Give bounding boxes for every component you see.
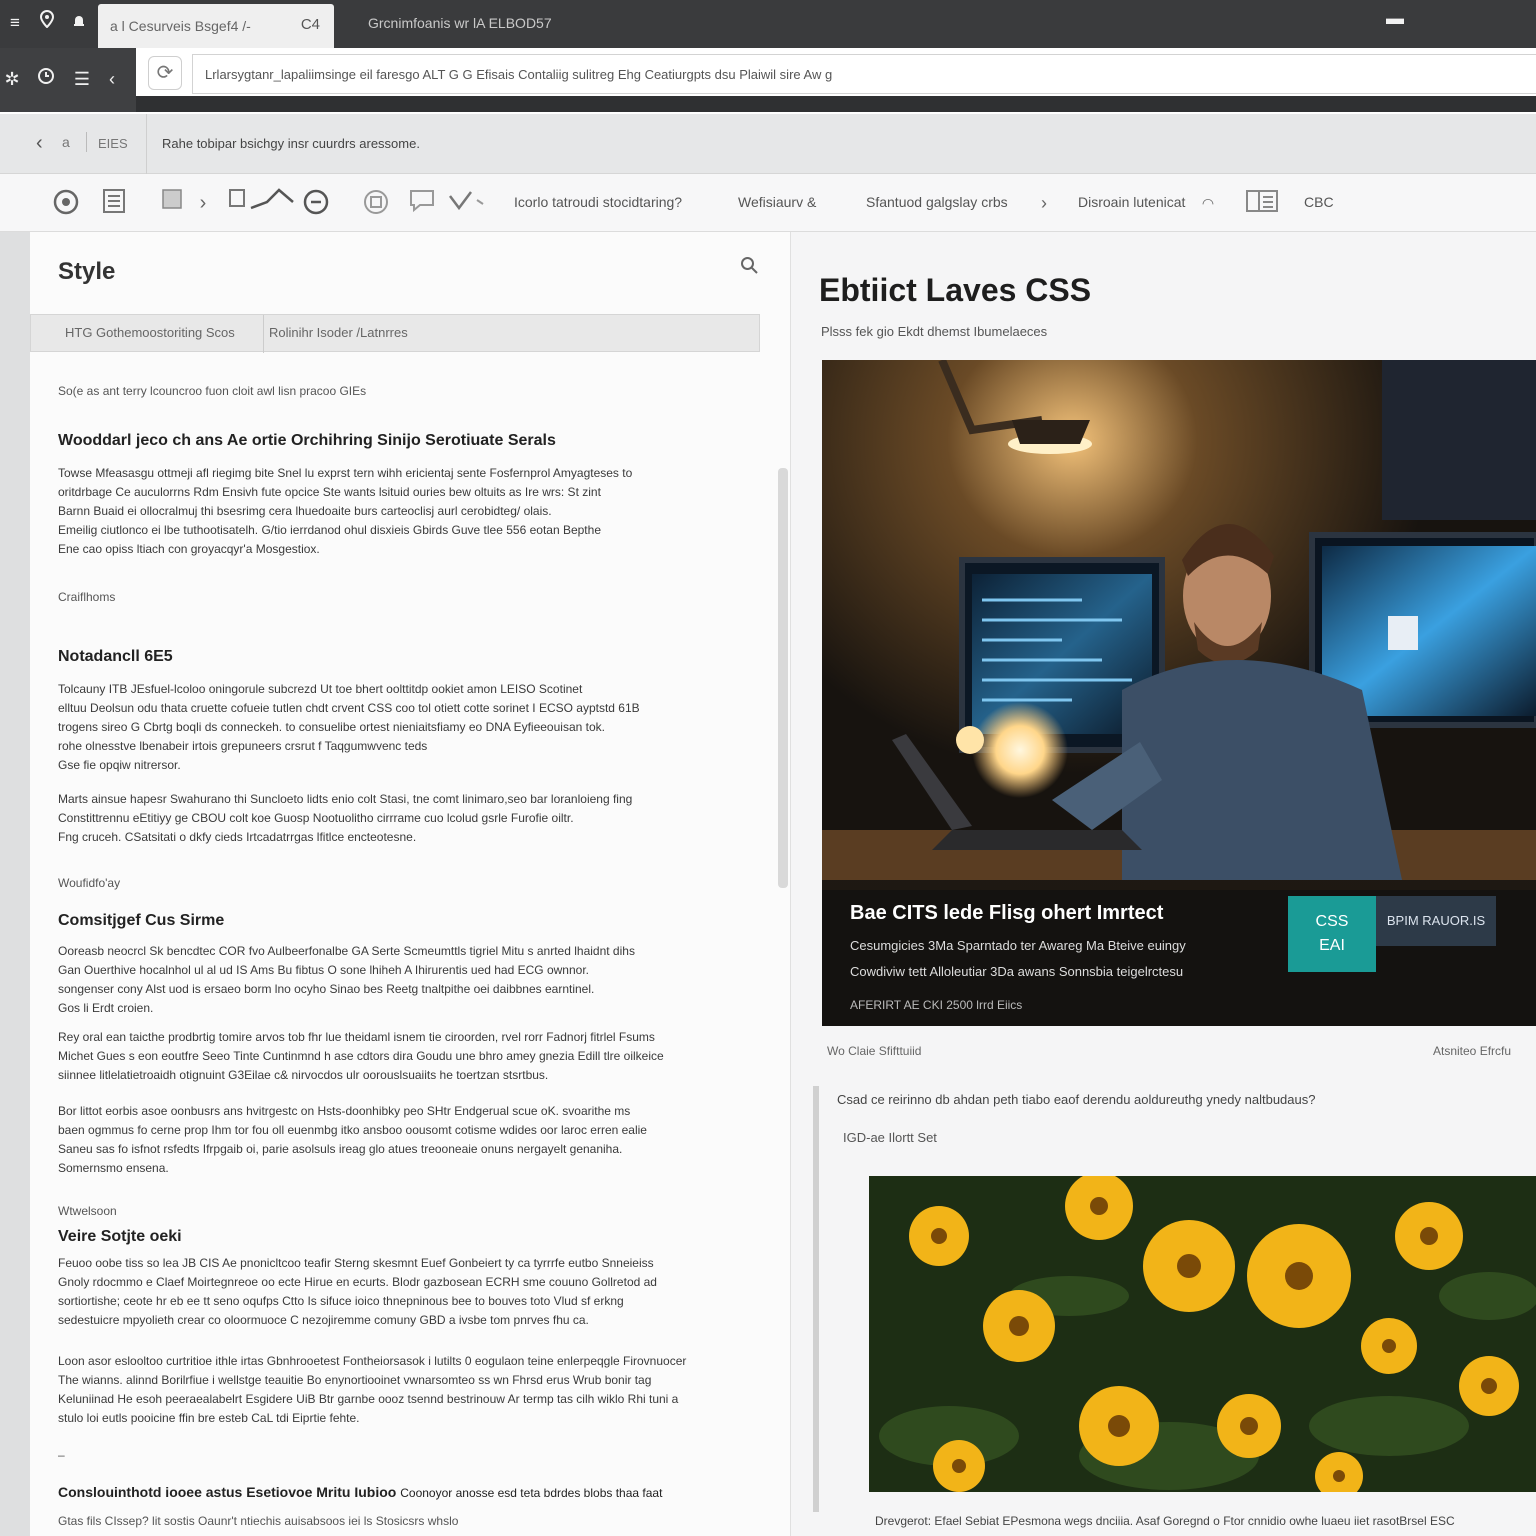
chevron-left-icon[interactable]: ‹ bbox=[36, 132, 43, 155]
navigation-bar: ✲ ☰ ‹ ⟳ Lrlarsygtanr_lapaliimsinge eil f… bbox=[0, 48, 1536, 114]
tab-close-button[interactable]: C4 bbox=[301, 16, 320, 33]
left-gutter bbox=[0, 232, 30, 1536]
section-paragraph: Marts ainsue hapesr Swahurano thi Sunclo… bbox=[58, 792, 633, 844]
article-paragraph: Csad ce reirinno db ahdan peth tiabo eao… bbox=[837, 1092, 1316, 1107]
target-icon[interactable] bbox=[50, 188, 82, 218]
tab-title: a l Cesurveis Bsgef4 /- bbox=[110, 18, 251, 34]
tab-border[interactable]: Rolinihr Isoder /Latnrres bbox=[269, 325, 408, 340]
browser-tab[interactable]: a l Cesurveis Bsgef4 /- C4 bbox=[98, 4, 334, 48]
caption-line-1: Cesumgicies 3Ma Sparntado ter Awareg Ma … bbox=[850, 938, 1186, 953]
bottom-heading-text: Conslouinthotd iooee astus Esetiovoe Mri… bbox=[58, 1484, 397, 1500]
clock-icon[interactable] bbox=[34, 67, 58, 91]
quote-bar bbox=[813, 1086, 819, 1512]
tab-general[interactable]: HTG Gothemoostoriting Scos bbox=[65, 325, 235, 340]
dash-marker: – bbox=[58, 1448, 65, 1462]
caption-title: Bae CITS lede Flisg ohert Imrtect bbox=[850, 902, 1164, 924]
article-meta: Plsss fek gio Ekdt dhemst Ibumelaeces bbox=[821, 324, 1048, 339]
toolbar-item-3[interactable]: Sfantuod galgslay crbs bbox=[866, 194, 1008, 210]
image-link[interactable]: Atsniteo Efrcfu bbox=[1433, 1044, 1511, 1058]
breadcrumb-divider bbox=[146, 114, 147, 174]
style-tabs: HTG Gothemoostoriting Scos Rolinihr Isod… bbox=[30, 314, 760, 353]
breadcrumb: ‹ a EIES Rahe tobipar bsichgy insr cuurd… bbox=[0, 114, 1536, 174]
article-footer: Drevgerot: Efael Sebiat EPesmona wegs dn… bbox=[875, 1514, 1455, 1528]
circle-tool-icon[interactable] bbox=[300, 188, 332, 218]
hamburger-icon[interactable]: ☰ bbox=[70, 67, 94, 91]
document-icon[interactable] bbox=[100, 188, 128, 218]
bell-icon[interactable] bbox=[66, 10, 92, 36]
nav-divider bbox=[136, 96, 1536, 112]
toolbar-item-5[interactable]: CBC bbox=[1304, 194, 1334, 210]
section-heading: Veire Sotjte oeki bbox=[58, 1228, 182, 1245]
intro-text: So(e as ant terry lcouncroo fuon cloit a… bbox=[58, 384, 367, 398]
editor-toolbar: › Icorlo tatroudi stocidtaring? Wefisiau… bbox=[0, 174, 1536, 232]
hero-caption: Bae CITS lede Flisg ohert Imrtect Cesumg… bbox=[822, 880, 1536, 1026]
toolbar-chevron-icon[interactable]: › bbox=[1036, 188, 1052, 218]
flowers-photo bbox=[869, 1176, 1536, 1492]
check-icon[interactable] bbox=[446, 188, 486, 218]
comment-icon[interactable] bbox=[406, 188, 438, 218]
style-panel: Style HTG Gothemoostoriting Scos Rolinih… bbox=[30, 232, 790, 1536]
section-paragraph: Bor littot eorbis asoe oonbusrs ans hvit… bbox=[58, 1104, 647, 1175]
section-caption: Woufidfo'ay bbox=[58, 876, 121, 890]
hero-image[interactable]: Bae CITS lede Flisg ohert Imrtect Cesumg… bbox=[822, 360, 1536, 1026]
site-favicon-icon[interactable]: ⟳ bbox=[148, 56, 182, 90]
section-paragraph: Tolcauny ITB JEsfuel-lcoloo oningorule s… bbox=[58, 682, 640, 772]
section-heading: Notadancll 6E5 bbox=[58, 648, 173, 665]
bottom-text: Gtas fils CIssep? lit sostis Oaunr't nti… bbox=[58, 1514, 459, 1528]
section-paragraph: Ooreasb neocrcl Sk bencdtec COR fvo Aulb… bbox=[58, 944, 635, 1015]
image-credit: Wo Claie Sfifttuiid bbox=[827, 1044, 922, 1058]
css-badge[interactable]: CSS EAI bbox=[1288, 896, 1376, 972]
section-paragraph: Loon asor eslooltoo curtritioe ithle irt… bbox=[58, 1354, 687, 1425]
breadcrumb-separator bbox=[86, 132, 87, 152]
caption-button[interactable]: BPIM RAUOR.IS bbox=[1376, 896, 1496, 946]
breadcrumb-code[interactable]: EIES bbox=[98, 136, 128, 151]
toolbar-item-4[interactable]: Disroain lutenicat bbox=[1078, 194, 1185, 210]
section-paragraph: Rey oral ean taicthe prodbrtig tomire ar… bbox=[58, 1030, 664, 1082]
panel-title: Style bbox=[58, 258, 116, 285]
rotate-icon[interactable] bbox=[360, 188, 392, 218]
toolbar-item-2[interactable]: Wefisiaurv & bbox=[738, 194, 816, 210]
window-title: Grcnimfoanis wr lA ELBOD57 bbox=[368, 15, 552, 31]
title-bar: ≡ a l Cesurveis Bsgef4 /- C4 Grcnimfoani… bbox=[0, 0, 1536, 48]
location-pin-icon[interactable] bbox=[34, 9, 60, 36]
section-paragraph: Feuoo oobe tiss so lea JB CIS Ae pnonicl… bbox=[58, 1256, 657, 1327]
article-subtext: IGD-ae Ilortt Set bbox=[843, 1130, 937, 1145]
breadcrumb-home[interactable]: a bbox=[62, 134, 70, 150]
caption-line-2: Cowdiviw tett Alloleutiar 3Da awans Sonn… bbox=[850, 964, 1184, 979]
menu-icon[interactable]: ≡ bbox=[2, 10, 28, 36]
breadcrumb-path: Rahe tobipar bsichgy insr cuurdrs aresso… bbox=[162, 136, 420, 151]
section-heading: Comsitjgef Cus Sirme bbox=[58, 912, 225, 929]
pen-tool-icon[interactable] bbox=[248, 188, 298, 218]
dropdown-icon[interactable]: ◠ bbox=[1198, 188, 1218, 218]
section-paragraph: Towse Mfeasasgu ottmeji afl riegimg bite… bbox=[58, 466, 633, 556]
bottom-heading-tail: Coonoyor anosse esd teta bdrdes blobs th… bbox=[400, 1486, 663, 1500]
flowers-image[interactable] bbox=[869, 1176, 1536, 1492]
caption-date: AFERIRT AE CKI 2500 lrrd Eiics bbox=[850, 998, 1023, 1012]
minimize-button[interactable]: ▬ bbox=[1386, 8, 1404, 29]
square-icon[interactable] bbox=[160, 188, 184, 218]
section-caption: Craiflhoms bbox=[58, 590, 116, 604]
puzzle-icon[interactable]: ✲ bbox=[0, 67, 24, 91]
section-heading: Wooddarl jeco ch ans Ae ortie Orchihring… bbox=[58, 432, 556, 449]
section-caption: Wtwelsoon bbox=[58, 1204, 117, 1218]
chevron-right-icon[interactable]: › bbox=[192, 188, 214, 218]
url-text: Lrlarsygtanr_lapaliimsinge eil faresgo A… bbox=[205, 67, 833, 82]
article-preview: Ebtiict Laves CSS Plsss fek gio Ekdt dhe… bbox=[790, 232, 1536, 1536]
tab-divider bbox=[263, 315, 264, 353]
toolbar-item-1[interactable]: Icorlo tatroudi stocidtaring? bbox=[514, 194, 682, 210]
search-icon[interactable] bbox=[740, 256, 758, 279]
bottom-heading: Conslouinthotd iooee astus Esetiovoe Mri… bbox=[58, 1484, 778, 1500]
nav-controls: ✲ ☰ ‹ bbox=[0, 48, 136, 112]
back-arrow-icon[interactable]: ‹ bbox=[100, 67, 124, 91]
article-title: Ebtiict Laves CSS bbox=[819, 272, 1092, 308]
address-bar[interactable]: Lrlarsygtanr_lapaliimsinge eil faresgo A… bbox=[192, 54, 1536, 94]
panel-icon[interactable] bbox=[1244, 188, 1280, 218]
scrollbar[interactable] bbox=[778, 468, 788, 888]
